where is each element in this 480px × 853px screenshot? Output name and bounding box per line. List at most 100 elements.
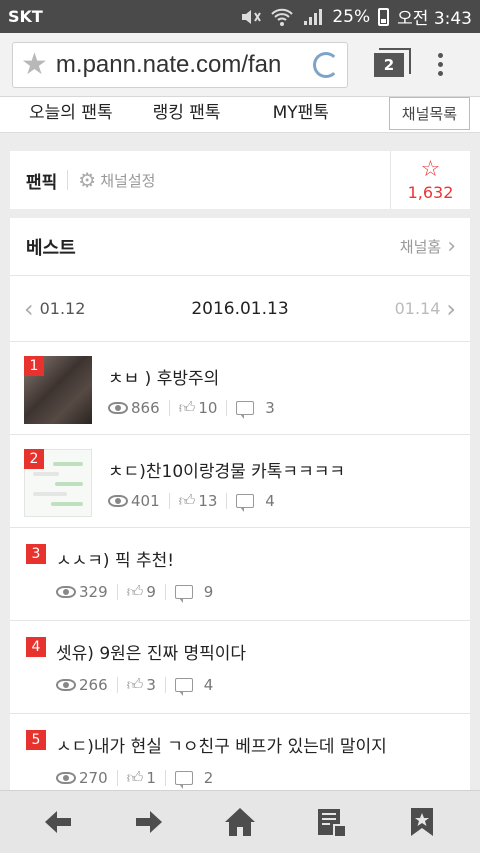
clock: 오전 3:43 [397,9,472,29]
tab-ranking-fantalk[interactable]: 랭킹 팬톡 [153,98,221,131]
view-count: 866 [131,399,160,417]
bookmarks-button[interactable] [400,800,444,844]
chevron-left-icon: ‹ [24,294,34,323]
comment-icon [174,771,193,789]
post-stats: 329 👍︎ 9 9 [56,582,213,603]
arrow-left-icon [44,811,71,833]
post-item[interactable]: 1 ㅊㅂ ) 후방주의 866 👍︎ 10 3 [10,342,470,435]
like-count: 13 [198,492,218,510]
post-item[interactable]: 2 ㅊㄷ)찬10이랑경물 카톡ㅋㅋㅋㅋ 401 👍︎ 13 4 [10,435,470,528]
eye-icon [108,495,128,507]
comment-icon [236,494,255,512]
eye-icon [108,402,128,414]
rank-badge: 1 [24,356,44,376]
chevron-right-icon: › [446,294,456,323]
view-count: 329 [79,583,108,601]
bookmark-star-icon [411,808,434,836]
post-stats: 266 👍︎ 3 4 [56,675,214,696]
like-count: 3 [146,676,156,694]
post-title[interactable]: ㅊㅂ ) 후방주의 [108,364,219,389]
channel-header: 팬픽 ⚙ 채널설정 ☆ 1,632 [10,151,470,209]
post-item[interactable]: 3 ㅅㅅㅋ) 픽 추천! 329 👍︎ 9 9 [10,528,470,621]
post-item[interactable]: 5 ㅅㄷ)내가 현실 ㄱㅇ친구 베프가 있는데 말이지 270 👍︎ 1 2 [10,714,470,798]
post-title[interactable]: 셋유) 9원은 진짜 명픽이다 [56,639,246,664]
main-nav: 오늘의 팬톡 랭킹 팬톡 MY팬톡 채널목록 [0,97,480,133]
reader-icon [318,809,348,838]
thumbs-up-icon: 👍︎ [178,398,196,417]
bookmark-star-icon[interactable]: ★ [21,49,48,80]
like-count: 9 [146,583,156,601]
thumbs-up-icon: 👍︎ [178,491,196,510]
back-button[interactable] [36,800,80,844]
view-count: 401 [131,492,160,510]
favorite-button[interactable]: ☆ 1,632 [390,151,470,209]
home-icon [224,808,255,836]
channel-settings-link[interactable]: ⚙ 채널설정 [78,168,155,192]
best-panel: 베스트 채널홈 › ‹ 01.12 2016.01.13 01.14 › 1 ㅊ… [10,218,470,798]
reader-button[interactable] [309,800,353,844]
browser-menu-icon[interactable] [438,53,443,76]
post-title[interactable]: ㅅㅅㅋ) 픽 추천! [56,546,174,571]
forward-button[interactable] [127,800,171,844]
eye-icon [56,586,76,598]
date-navigator: ‹ 01.12 2016.01.13 01.14 › [10,276,470,342]
comment-icon [236,401,255,419]
thumbs-up-icon: 👍︎ [126,582,144,601]
wifi-icon [271,8,294,26]
channel-home-label: 채널홈 [399,238,442,256]
post-stats: 401 👍︎ 13 4 [108,491,275,512]
gear-icon: ⚙ [78,168,97,192]
comment-icon [174,585,193,603]
best-header: 베스트 채널홈 › [10,218,470,276]
post-stats: 270 👍︎ 1 2 [56,768,213,789]
channel-home-link[interactable]: 채널홈 › [400,234,456,259]
view-count: 266 [79,676,108,694]
comment-count: 4 [203,676,214,694]
post-title[interactable]: ㅊㄷ)찬10이랑경물 카톡ㅋㅋㅋㅋ [108,457,345,482]
tab-count: 2 [383,55,395,74]
like-count: 1 [146,769,156,787]
next-date-label: 01.14 [394,299,441,318]
view-count: 270 [79,769,108,787]
channel-list-button[interactable]: 채널목록 [388,97,470,130]
signal-icon [304,8,323,25]
thumbs-up-icon: 👍︎ [126,675,144,694]
tab-today-fantalk[interactable]: 오늘의 팬톡 [29,98,113,131]
thumbs-up-icon: 👍︎ [126,768,144,787]
rank-badge: 5 [26,730,46,750]
comment-icon [174,678,193,696]
browser-toolbar [0,790,480,853]
star-outline-icon: ☆ [420,156,441,182]
carrier-label: SKT [8,7,43,26]
mute-icon [242,9,262,24]
status-bar: SKT 25% 오전 3:43 [0,0,480,33]
reload-icon[interactable] [313,51,339,78]
best-title: 베스트 [26,237,76,259]
tabs-button[interactable]: 2 [374,47,411,77]
favorite-count: 1,632 [407,182,454,202]
tab-my-fantalk[interactable]: MY팬톡 [273,98,329,131]
eye-icon [56,679,76,691]
comment-count: 3 [265,399,275,417]
arrow-right-icon [135,811,162,833]
browser-address-bar: ★ m.pann.nate.com/fan 2 [0,33,480,97]
battery-icon [378,7,390,26]
rank-badge: 3 [26,544,46,564]
channel-title: 팬픽 [26,172,58,193]
post-title[interactable]: ㅅㄷ)내가 현실 ㄱㅇ친구 베프가 있는데 말이지 [56,732,387,757]
like-count: 10 [198,399,218,417]
rank-badge: 2 [24,449,44,469]
post-stats: 866 👍︎ 10 3 [108,398,275,419]
comment-count: 4 [265,492,275,510]
prev-date-button[interactable]: ‹ 01.12 [24,295,85,323]
url-text[interactable]: m.pann.nate.com/fan [56,51,313,79]
status-icons: 25% 오전 3:43 [240,4,472,29]
prev-date-label: 01.12 [39,299,86,318]
eye-icon [56,772,76,784]
next-date-button[interactable]: 01.14 › [395,295,456,323]
divider [67,170,69,190]
url-field[interactable]: ★ m.pann.nate.com/fan [12,41,348,88]
battery-percent: 25% [332,6,371,27]
home-button[interactable] [218,800,262,844]
post-item[interactable]: 4 셋유) 9원은 진짜 명픽이다 266 👍︎ 3 4 [10,621,470,714]
